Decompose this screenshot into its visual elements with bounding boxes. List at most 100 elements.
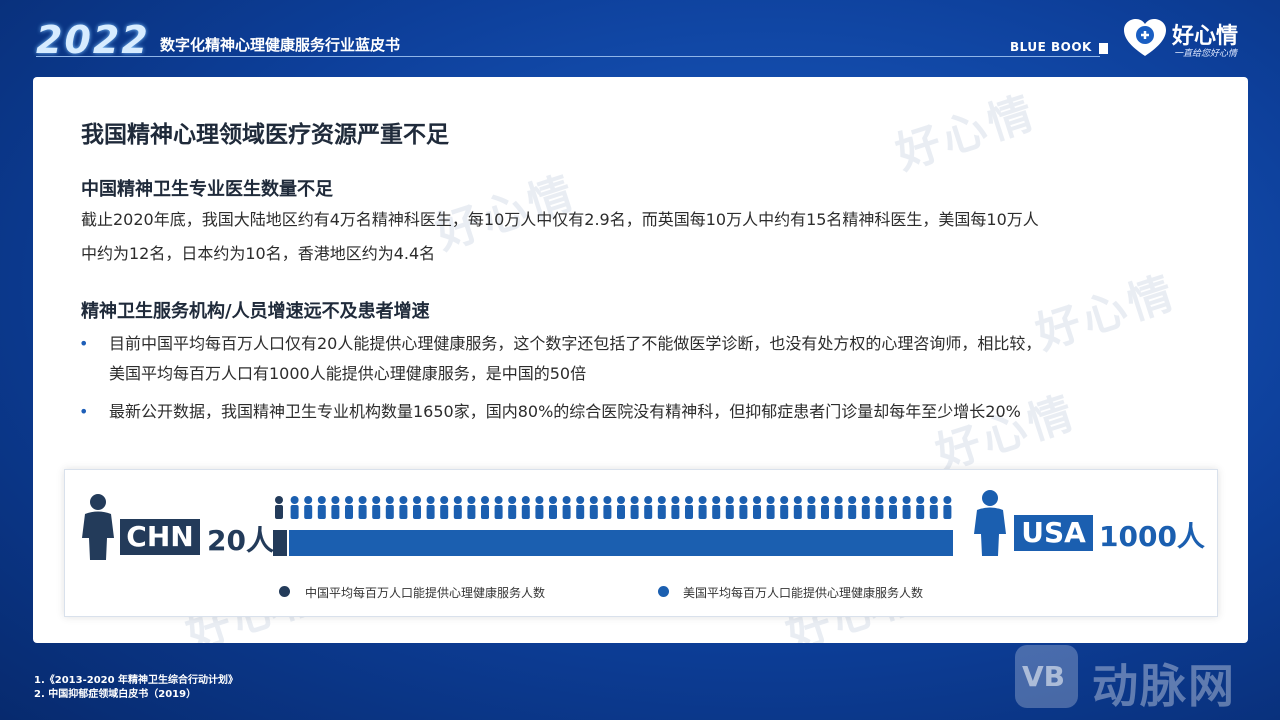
- person-marker-body: [698, 505, 707, 519]
- person-marker-head: [508, 496, 517, 504]
- chn-value-label: 20人: [207, 524, 274, 557]
- person-marker-body: [725, 505, 734, 519]
- person-marker-body: [426, 505, 435, 519]
- vb-logo-text: VB: [1022, 660, 1066, 693]
- list-item: • 最新公开数据，我国精神卫生专业机构数量1650家，国内80%的综合医院没有精…: [79, 397, 1199, 427]
- person-marker-head: [345, 496, 353, 504]
- person-marker-body: [617, 505, 625, 519]
- person-marker-body: [467, 505, 476, 519]
- legend-usa: 美国平均每百万人口能提供心理健康服务人数: [683, 586, 924, 600]
- person-marker-head: [562, 496, 571, 504]
- person-marker-head: [481, 496, 489, 504]
- person-marker-head: [834, 496, 843, 504]
- person-marker-body: [807, 505, 816, 519]
- person-marker-head: [712, 496, 721, 504]
- person-marker-body: [589, 505, 598, 519]
- content-card: 好心情 好心情 好心情 好心情 好心情 好心情 我国精神心理领域医疗资源严重不足…: [33, 77, 1248, 643]
- person-marker-body: [929, 505, 938, 519]
- person-marker-head: [535, 496, 544, 504]
- person-marker-head: [331, 496, 340, 504]
- person-marker-head: [576, 496, 585, 504]
- watermark: 好心情: [890, 86, 1043, 180]
- person-marker-body: [902, 505, 911, 519]
- person-marker-head: [589, 496, 598, 504]
- person-marker-body: [630, 505, 639, 519]
- brand-watermark: 动脉网: [1092, 659, 1236, 713]
- blue-book-marker: [1099, 43, 1108, 54]
- person-marker-head: [521, 496, 530, 504]
- person-marker-body: [576, 505, 585, 519]
- comparison-chart: CHN 20人 USA 1000人 中国平均每百万人口能提供心理健康服务人数 美…: [64, 469, 1218, 617]
- person-marker-head: [671, 496, 680, 504]
- person-marker-head: [875, 496, 884, 504]
- person-marker-head: [793, 496, 802, 504]
- person-marker-body: [372, 505, 381, 519]
- person-chn-icon: [82, 494, 114, 560]
- person-marker-body: [481, 505, 489, 519]
- person-marker-head: [657, 496, 666, 504]
- person-marker-head: [630, 496, 639, 504]
- person-marker-head: [467, 496, 476, 504]
- person-marker-body: [861, 505, 870, 519]
- footnote-1: 1.《2013-2020 年精神卫生综合行动计划》: [34, 675, 239, 686]
- person-marker-body: [848, 505, 857, 519]
- person-marker-body: [793, 505, 802, 519]
- person-marker-body: [685, 505, 693, 519]
- logo-slogan: 一直给您好心情: [1174, 49, 1238, 59]
- blue-book-label: BLUE BOOK: [1010, 40, 1092, 54]
- person-marker-head: [861, 496, 870, 504]
- usa-value-label: 1000人: [1099, 520, 1205, 553]
- person-usa-icon: [974, 490, 1006, 556]
- bar-chn: [273, 530, 287, 556]
- person-marker-body: [358, 505, 367, 519]
- report-title: 数字化精神心理健康服务行业蓝皮书: [160, 36, 401, 54]
- person-marker-body: [834, 505, 843, 519]
- person-marker-head: [304, 496, 313, 504]
- person-marker-body: [943, 505, 952, 519]
- person-marker-body: [399, 505, 408, 519]
- person-marker-head: [739, 496, 748, 504]
- person-marker-head: [902, 496, 911, 504]
- person-marker-body: [603, 505, 612, 519]
- person-marker-body: [671, 505, 680, 519]
- person-marker-body: [644, 505, 653, 519]
- person-marker-body: [345, 505, 353, 519]
- person-marker-body: [331, 505, 340, 519]
- bullet-text: 最新公开数据，我国精神卫生专业机构数量1650家，国内80%的综合医院没有精神科…: [109, 402, 1021, 421]
- person-marker-head: [725, 496, 734, 504]
- person-marker-body: [889, 505, 897, 519]
- person-marker-body: [275, 505, 283, 519]
- person-marker-body: [521, 505, 530, 519]
- person-marker-head: [916, 496, 925, 504]
- person-marker-body: [304, 505, 313, 519]
- person-marker-body: [739, 505, 748, 519]
- person-marker-body: [549, 505, 557, 519]
- person-marker-body: [766, 505, 775, 519]
- bullet-text-line-2: 美国平均每百万人口有1000人能提供心理健康服务，是中国的50倍: [109, 364, 587, 383]
- person-marker-head: [372, 496, 381, 504]
- bar-chart: [273, 496, 953, 556]
- person-marker-body: [780, 505, 789, 519]
- person-marker-head: [889, 496, 897, 504]
- person-marker-body: [453, 505, 462, 519]
- person-marker-body: [875, 505, 884, 519]
- doctors-paragraph-line-2: 中约为12名，日本约为10名，香港地区约为4.4名: [81, 244, 436, 263]
- person-marker-head: [385, 496, 394, 504]
- person-marker-head: [617, 496, 625, 504]
- bullet-text-line-1: 目前中国平均每百万人口仅有20人能提供心理健康服务，这个数字还包括了不能做医学诊…: [109, 334, 1042, 353]
- brand-logo: 好心情 一直给您好心情: [1122, 16, 1272, 64]
- bullet-icon: •: [79, 334, 89, 353]
- person-marker-body: [535, 505, 544, 519]
- person-marker-head: [440, 496, 449, 504]
- person-marker-body: [317, 505, 326, 519]
- person-marker-head: [358, 496, 367, 504]
- section-title-doctors: 中国精神卫生专业医生数量不足: [81, 179, 333, 200]
- person-marker-body: [916, 505, 925, 519]
- watermark: 好心情: [930, 386, 1083, 480]
- bullet-icon: •: [79, 402, 89, 421]
- person-marker-body: [290, 505, 299, 519]
- person-marker-body: [821, 505, 829, 519]
- chn-label: CHN: [120, 519, 200, 555]
- header: 2022 数字化精神心理健康服务行业蓝皮书 BLUE BOOK 好心情 一直给您…: [0, 0, 1280, 76]
- header-divider: [36, 56, 1100, 57]
